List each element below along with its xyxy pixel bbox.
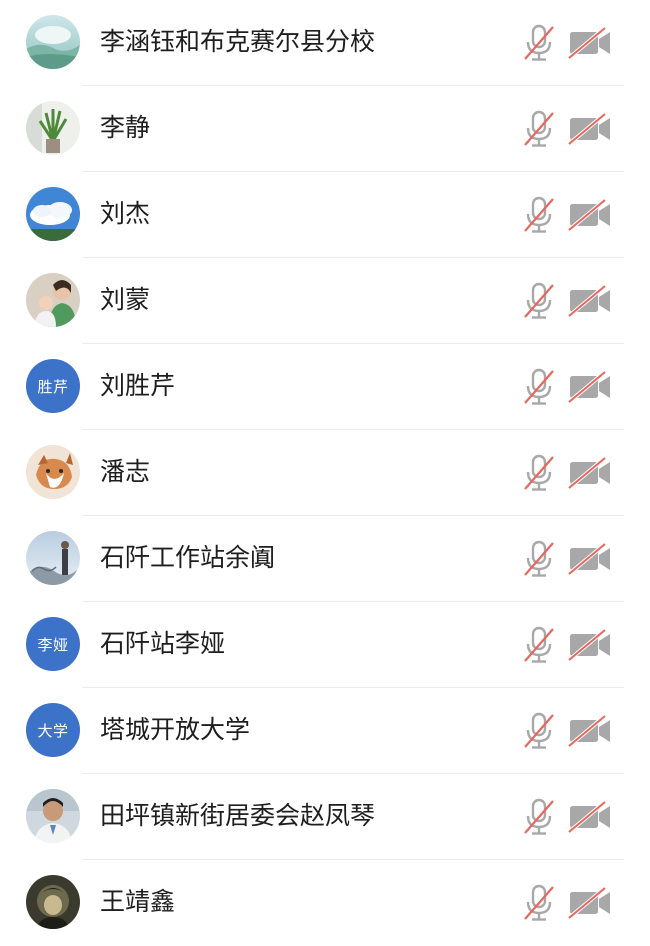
participant-name: 刘胜芹 [100,371,176,400]
avatar [26,531,80,585]
mic-muted-icon[interactable] [522,110,556,148]
avatar [26,789,80,843]
camera-off-icon[interactable] [568,801,612,833]
participant-list: 李涵钰和布克赛尔县分校 李静 刘杰 刘蒙 胜芹 刘胜芹 潘志 石阡工作站余阗 李… [0,0,650,941]
camera-off-icon[interactable] [568,543,612,575]
avatar: 胜芹 [26,359,80,413]
mic-muted-icon[interactable] [522,884,556,922]
landscape-photo-icon [26,15,80,69]
camera-off-icon[interactable] [568,371,612,403]
avatar: 大学 [26,703,80,757]
person-outdoor-photo-icon [26,531,80,585]
participant-row[interactable]: 刘蒙 [0,258,650,344]
avatar [26,273,80,327]
camera-off-icon[interactable] [568,715,612,747]
camera-off-icon[interactable] [568,457,612,489]
participant-row[interactable]: 田坪镇新街居委会赵凤琴 [0,774,650,860]
man-portrait-photo-icon [26,789,80,843]
cat-photo-icon [26,445,80,499]
mic-muted-icon[interactable] [522,540,556,578]
participant-name: 石阡站李娅 [100,629,226,658]
camera-off-icon[interactable] [568,887,612,919]
avatar [26,187,80,241]
avatar [26,15,80,69]
mic-muted-icon[interactable] [522,712,556,750]
participant-row[interactable]: 刘杰 [0,172,650,258]
participant-name: 塔城开放大学 [100,715,251,744]
avatar [26,875,80,929]
participant-name: 李静 [100,113,151,142]
participant-row[interactable]: 大学 塔城开放大学 [0,688,650,774]
mic-muted-icon[interactable] [522,798,556,836]
participant-row[interactable]: 李涵钰和布克赛尔县分校 [0,0,650,86]
mic-muted-icon[interactable] [522,454,556,492]
sky-photo-icon [26,187,80,241]
plant-photo-icon [26,101,80,155]
participant-name: 潘志 [100,457,151,486]
participant-name: 王靖鑫 [100,887,176,916]
avatar [26,445,80,499]
mic-muted-icon[interactable] [522,282,556,320]
participant-row[interactable]: 石阡工作站余阗 [0,516,650,602]
participant-name: 刘杰 [100,199,151,228]
camera-off-icon[interactable] [568,285,612,317]
participant-row[interactable]: 胜芹 刘胜芹 [0,344,650,430]
avatar: 李娅 [26,617,80,671]
participant-name: 石阡工作站余阗 [100,543,276,572]
camera-off-icon[interactable] [568,199,612,231]
mic-muted-icon[interactable] [522,196,556,234]
camera-off-icon[interactable] [568,629,612,661]
mic-muted-icon[interactable] [522,24,556,62]
participant-row[interactable]: 李娅 石阡站李娅 [0,602,650,688]
participant-row[interactable]: 王靖鑫 [0,860,650,946]
camera-off-icon[interactable] [568,27,612,59]
participant-name: 刘蒙 [100,285,151,314]
participant-row[interactable]: 李静 [0,86,650,172]
people-photo-icon [26,273,80,327]
participant-name: 田坪镇新街居委会赵凤琴 [100,801,376,830]
camera-off-icon[interactable] [568,113,612,145]
participant-row[interactable]: 潘志 [0,430,650,516]
avatar [26,101,80,155]
mic-muted-icon[interactable] [522,626,556,664]
participant-name: 李涵钰和布克赛尔县分校 [100,27,376,56]
dark-portrait-photo-icon [26,875,80,929]
mic-muted-icon[interactable] [522,368,556,406]
